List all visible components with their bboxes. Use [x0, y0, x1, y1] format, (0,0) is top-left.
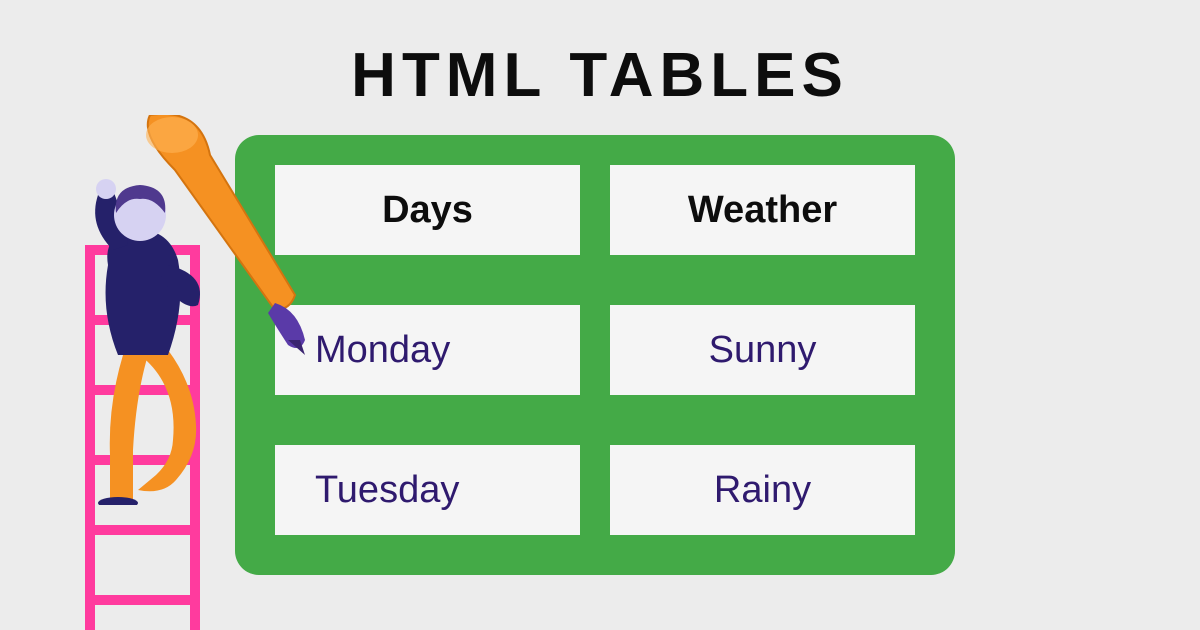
- page-title: HTML TABLES: [351, 40, 849, 111]
- table-cell-day-1: Tuesday: [275, 445, 580, 535]
- pencil-icon: [140, 115, 340, 355]
- table-cell-weather-1: Rainy: [610, 445, 915, 535]
- table-cell-weather-0: Sunny: [610, 305, 915, 395]
- table-header-weather: Weather: [610, 165, 915, 255]
- table-card: Days Weather Monday Sunny Tuesday Rainy: [235, 135, 955, 575]
